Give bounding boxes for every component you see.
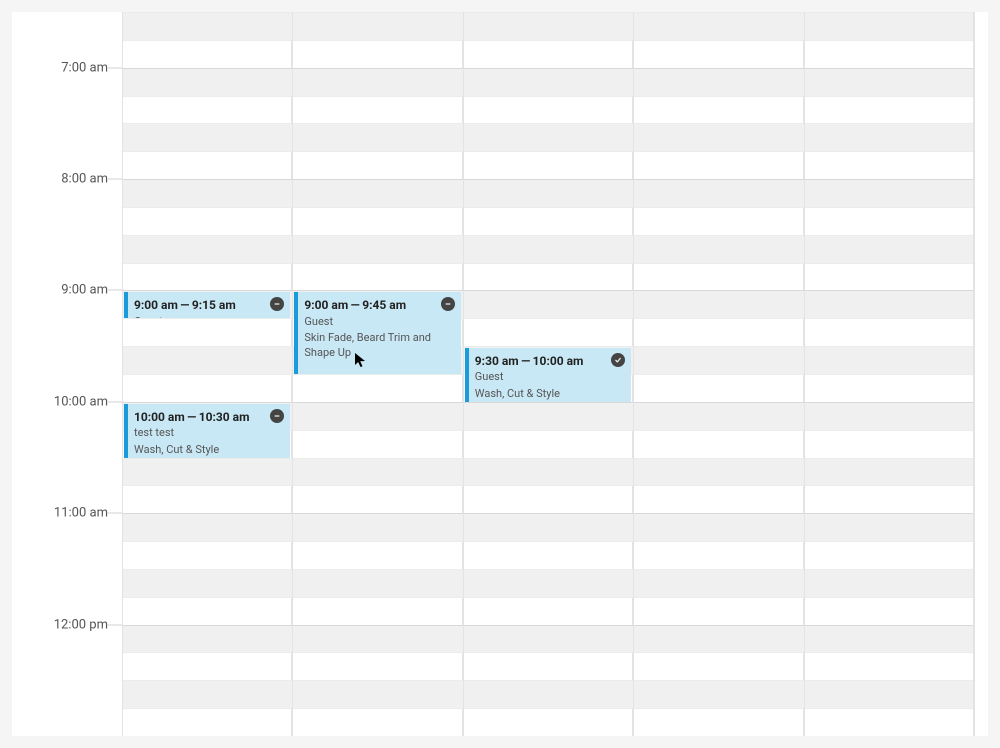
- subslot-line: [122, 151, 974, 152]
- slot-shade: [122, 123, 974, 151]
- slot-shade: [122, 235, 974, 263]
- subslot-line: [122, 458, 974, 459]
- time-label: 9:00 am: [61, 283, 108, 298]
- slot-shade: [122, 458, 974, 486]
- slot-shade: [122, 625, 974, 653]
- slot-shade: [122, 12, 974, 40]
- appointment-client: test test: [134, 426, 284, 441]
- time-tick: [108, 290, 122, 291]
- subslot-line: [122, 12, 974, 13]
- slot-shade: [122, 569, 974, 597]
- time-label: 12:00 pm: [54, 617, 108, 632]
- appointment-time: 10:00 am — 10:30 am: [134, 409, 284, 425]
- subslot-line: [122, 569, 974, 570]
- subslot-line: [122, 680, 974, 681]
- subslot-line: [122, 346, 974, 347]
- column-line: [633, 12, 634, 736]
- hour-line: [122, 625, 974, 626]
- appointment-time: 9:00 am — 9:45 am: [304, 297, 454, 313]
- time-tick: [108, 401, 122, 402]
- subslot-line: [122, 597, 974, 598]
- time-label: 11:00 am: [54, 506, 108, 521]
- time-label: 8:00 am: [61, 172, 108, 187]
- hour-line: [122, 290, 974, 291]
- appointment-client: Guest: [475, 370, 625, 385]
- status-minus-icon: [270, 409, 284, 423]
- subslot-line: [122, 123, 974, 124]
- status-minus-icon: [270, 297, 284, 311]
- subslot-line: [122, 708, 974, 709]
- time-tick: [108, 179, 122, 180]
- subslot-line: [122, 652, 974, 653]
- day-columns[interactable]: 9:00 am — 9:15 am Guest 9:00 am — 9:45 am G…: [122, 12, 974, 736]
- appointment-service: Wash, Cut & Style: [475, 387, 625, 402]
- appointment-card[interactable]: 9:30 am — 10:00 amGuest Wash, Cut & Style: [465, 348, 631, 402]
- column-line: [463, 12, 464, 736]
- hour-line: [122, 68, 974, 69]
- appointment-time: 9:00 am — 9:15 am: [134, 297, 284, 313]
- column-line: [122, 12, 123, 736]
- subslot-line: [122, 541, 974, 542]
- time-tick: [108, 513, 122, 514]
- status-minus-icon: [441, 297, 455, 311]
- column-line: [804, 12, 805, 736]
- appointment-card[interactable]: 9:00 am — 9:45 am GuestSkin Fade, Beard T…: [294, 292, 460, 374]
- appointment-client: Guest: [304, 315, 454, 330]
- hour-line: [122, 179, 974, 180]
- calendar-panel: 7:00 am 8:00 am 9:00 am 10:00 am 11:00 am 12:…: [12, 12, 988, 736]
- appointment-service: Skin Fade, Beard Trim and Shape Up: [304, 331, 454, 361]
- slot-shade: [122, 68, 974, 96]
- subslot-line: [122, 235, 974, 236]
- time-tick: [108, 624, 122, 625]
- subslot-line: [122, 40, 974, 41]
- appointment-time: 9:30 am — 10:00 am: [475, 353, 625, 369]
- subslot-line: [122, 263, 974, 264]
- time-label: 7:00 am: [61, 60, 108, 75]
- time-label: 10:00 am: [54, 394, 108, 409]
- column-line: [292, 12, 293, 736]
- appointment-client: Guest: [134, 315, 284, 319]
- appointment-card[interactable]: 9:00 am — 9:15 am Guest: [124, 292, 290, 318]
- calendar-view: 7:00 am 8:00 am 9:00 am 10:00 am 11:00 am 12:…: [0, 0, 1000, 748]
- hour-line: [122, 513, 974, 514]
- slot-shade: [122, 179, 974, 207]
- slot-shade: [122, 680, 974, 708]
- status-confirmed-icon: [611, 353, 625, 367]
- calendar-grid[interactable]: 7:00 am 8:00 am 9:00 am 10:00 am 11:00 am 12:…: [12, 12, 988, 736]
- appointment-service: Wash, Cut & Style: [134, 443, 284, 458]
- time-tick: [108, 67, 122, 68]
- subslot-line: [122, 207, 974, 208]
- hour-line: [122, 402, 974, 403]
- time-gutter: 7:00 am 8:00 am 9:00 am 10:00 am 11:00 am 12:…: [12, 12, 122, 736]
- appointment-card[interactable]: 10:00 am — 10:30 amtest test Wash, Cut & …: [124, 404, 290, 458]
- slot-shade: [122, 513, 974, 541]
- subslot-line: [122, 485, 974, 486]
- right-gutter: [973, 12, 988, 736]
- subslot-line: [122, 318, 974, 319]
- subslot-line: [122, 96, 974, 97]
